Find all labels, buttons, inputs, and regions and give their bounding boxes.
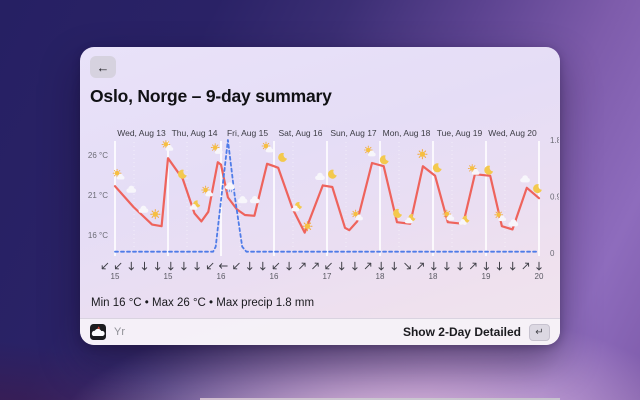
sun-icon (417, 149, 428, 160)
page-title: Oslo, Norge – 9-day summary (90, 86, 332, 106)
svg-text:Fri, Aug 15: Fri, Aug 15 (227, 128, 268, 138)
moon-icon (327, 169, 337, 179)
source-label: Yr (114, 326, 125, 338)
cloud-icon (126, 185, 137, 193)
svg-text:18: 18 (376, 272, 385, 281)
svg-text:16: 16 (270, 272, 279, 281)
sun-icon (302, 221, 313, 232)
cloud-icon (315, 172, 325, 180)
back-button[interactable]: ← (90, 56, 116, 78)
svg-text:16: 16 (217, 272, 226, 281)
temperature-axis-labels: 26 °C 21 °C 16 °C (88, 151, 108, 240)
svg-text:1.8: 1.8 (550, 136, 559, 145)
cloud-icon (237, 196, 248, 204)
svg-text:16 °C: 16 °C (88, 231, 108, 240)
return-key-icon[interactable]: ↵ (529, 323, 550, 341)
yr-logo-icon (90, 324, 106, 340)
svg-text:18: 18 (429, 272, 438, 281)
svg-text:Thu, Aug 14: Thu, Aug 14 (172, 128, 218, 138)
svg-text:Sun, Aug 17: Sun, Aug 17 (330, 128, 377, 138)
suncloud-icon (443, 210, 454, 220)
svg-text:20: 20 (535, 272, 544, 281)
svg-text:21 °C: 21 °C (88, 191, 108, 200)
svg-text:Mon, Aug 18: Mon, Aug 18 (383, 128, 431, 138)
svg-text:15: 15 (111, 272, 120, 281)
svg-text:Wed, Aug 13: Wed, Aug 13 (117, 128, 166, 138)
moon-icon (379, 155, 389, 165)
moon-icon (393, 208, 402, 218)
suncloud-icon (352, 210, 363, 220)
suncloud-icon (495, 211, 506, 221)
cloud-icon (138, 205, 149, 213)
svg-text:Wed, Aug 20: Wed, Aug 20 (488, 128, 537, 138)
suncloud-icon (262, 142, 273, 152)
suncloud-icon (364, 146, 375, 156)
svg-text:19: 19 (482, 272, 491, 281)
show-detailed-button[interactable]: Show 2-Day Detailed (403, 325, 521, 339)
sun-icon (150, 209, 161, 220)
footer-bar: Yr Show 2-Day Detailed ↵ (80, 318, 560, 345)
svg-text:Sat, Aug 16: Sat, Aug 16 (279, 128, 323, 138)
mooncloud-icon (459, 216, 470, 225)
moon-icon (484, 165, 494, 175)
grid-layer (114, 141, 540, 256)
desktop-background: { "window": { "back_label": "\u2190" }, … (0, 0, 640, 400)
mooncloud-icon (405, 214, 416, 223)
summary-text: Min 16 °C • Max 26 °C • Max precip 1.8 m… (91, 297, 315, 309)
svg-text:0.9: 0.9 (550, 192, 559, 201)
svg-text:26 °C: 26 °C (88, 151, 108, 160)
svg-text:0: 0 (550, 249, 555, 258)
moon-icon (533, 184, 542, 194)
suncloud-icon (468, 164, 479, 174)
moon-icon (177, 169, 187, 179)
svg-text:17: 17 (323, 272, 332, 281)
weather-chart: Wed, Aug 13 Thu, Aug 14 Fri, Aug 15 Sat, Au… (80, 120, 560, 285)
back-arrow-icon: ← (96, 59, 110, 75)
moon-icon (432, 163, 442, 173)
svg-text:Tue, Aug 19: Tue, Aug 19 (437, 128, 483, 138)
weather-chart-svg: Wed, Aug 13 Thu, Aug 14 Fri, Aug 15 Sat, Au… (88, 128, 560, 281)
cloud-icon (520, 175, 530, 183)
wind-arrows-layer (100, 261, 542, 271)
weather-card: ← Oslo, Norge – 9-day summary Wed, Aug 1… (80, 47, 560, 345)
bottom-axis-labels: 15 15 16 16 17 18 18 19 20 (111, 272, 544, 281)
precipitation-axis-labels: 1.8 0.9 0 (550, 136, 560, 258)
svg-text:15: 15 (164, 272, 173, 281)
day-labels: Wed, Aug 13 Thu, Aug 14 Fri, Aug 15 Sat, Au… (117, 128, 537, 138)
moon-icon (278, 152, 287, 162)
